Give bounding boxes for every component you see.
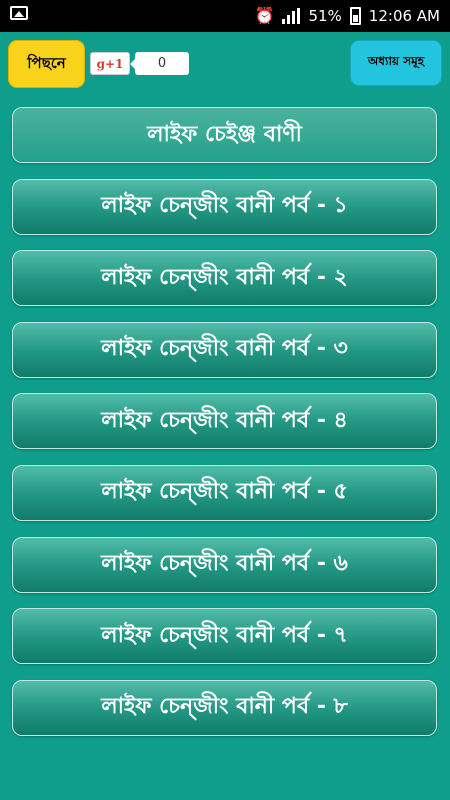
chapters-button[interactable]: অধ্যায় সমূহ xyxy=(350,40,442,86)
list-item[interactable]: লাইফ চেন্জীং বানী পর্ব - ৮ xyxy=(12,679,437,736)
list-item[interactable]: লাইফ চেন্জীং বানী পর্ব - ৪ xyxy=(12,393,437,450)
back-button[interactable]: পিছনে xyxy=(8,40,85,88)
list-item[interactable]: লাইফ চেন্জীং বানী পর্ব - ১ xyxy=(12,178,437,235)
status-bar: ⏰ 51% 12:06 AM xyxy=(0,0,450,32)
signal-icon xyxy=(282,8,301,24)
battery-percent: 51% xyxy=(308,7,342,25)
plus-one-count: 0 xyxy=(130,52,189,75)
alarm-icon: ⏰ xyxy=(254,6,275,25)
clock: 12:06 AM xyxy=(368,7,440,25)
image-notification-icon xyxy=(10,6,28,20)
list-item[interactable]: লাইফ চেন্জীং বানী পর্ব - ৬ xyxy=(12,536,437,593)
chapter-list: লাইফ চেইঞ্জ বাণী লাইফ চেন্জীং বানী পর্ব … xyxy=(12,107,437,751)
list-item[interactable]: লাইফ চেইঞ্জ বাণী xyxy=(12,107,437,163)
list-item[interactable]: লাইফ চেন্জীং বানী পর্ব - ৩ xyxy=(12,321,437,378)
battery-icon xyxy=(349,7,361,25)
top-bar: পিছনে g+1 0 অধ্যায় সমূহ xyxy=(0,32,450,94)
google-plus-one-button[interactable]: g+1 xyxy=(90,52,130,75)
list-item[interactable]: লাইফ চেন্জীং বানী পর্ব - ৭ xyxy=(12,608,437,665)
list-item[interactable]: লাইফ চেন্জীং বানী পর্ব - ২ xyxy=(12,250,437,307)
list-item[interactable]: লাইফ চেন্জীং বানী পর্ব - ৫ xyxy=(12,464,437,521)
